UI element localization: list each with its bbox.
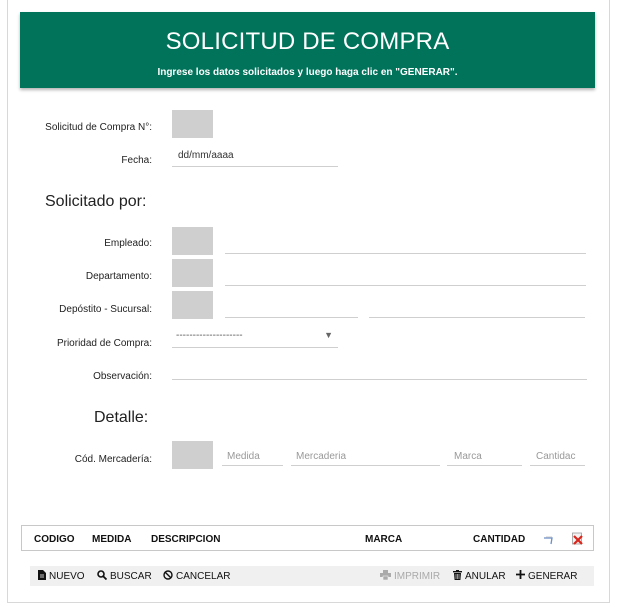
cod-mercaderia-label: Cód. Mercadería: <box>74 454 152 465</box>
plus-icon <box>516 570 525 582</box>
file-icon <box>38 570 46 583</box>
solicitado-por-heading: Solicitado por: <box>45 193 147 210</box>
sucursal-name-field[interactable] <box>369 300 585 318</box>
print-icon <box>380 570 391 583</box>
anular-button[interactable]: ANULAR <box>453 570 506 583</box>
anular-label: ANULAR <box>465 571 506 582</box>
imprimir-button[interactable]: IMPRIMIR <box>380 570 440 583</box>
ban-icon <box>163 570 173 583</box>
imprimir-label: IMPRIMIR <box>394 571 441 582</box>
page-header: SOLICITUD DE COMPRA Ingrese los datos so… <box>20 12 595 88</box>
fecha-input[interactable]: dd/mm/aaaa <box>172 147 338 167</box>
departamento-label: Departamento: <box>85 271 152 282</box>
marca-field[interactable] <box>447 448 522 466</box>
observacion-label: Observación: <box>93 371 152 382</box>
prioridad-label: Prioridad de Compra: <box>56 338 152 349</box>
medida-field[interactable] <box>222 448 283 466</box>
solicitud-number-field[interactable] <box>172 110 213 138</box>
page-title: SOLICITUD DE COMPRA <box>165 28 450 55</box>
cancelar-label: CANCELAR <box>176 571 231 582</box>
departamento-name-field[interactable] <box>225 268 586 286</box>
nuevo-button[interactable]: NUEVO <box>38 570 85 583</box>
detail-table-header: CODIGO MEDIDA DESCRIPCION MARCA CANTIDAD <box>21 525 594 551</box>
cantidad-field[interactable] <box>530 448 585 466</box>
observacion-field[interactable] <box>172 362 587 380</box>
edit-icon[interactable] <box>543 532 555 550</box>
search-icon <box>97 570 108 583</box>
cancelar-button[interactable]: CANCELAR <box>163 570 230 583</box>
deposito-label: Depóstito - Sucursal: <box>59 304 152 315</box>
column-header-cantidad: CANTIDAD <box>473 534 526 545</box>
departamento-code-field[interactable] <box>172 259 213 287</box>
mercaderia-field[interactable] <box>291 448 440 466</box>
trash-icon <box>453 570 462 583</box>
dropdown-arrow-icon: ▼ <box>324 330 333 340</box>
solicitud-number-label: Solicitud de Compra N°: <box>45 122 152 133</box>
empleado-label: Empleado: <box>104 238 152 249</box>
empleado-code-field[interactable] <box>172 227 213 255</box>
column-header-marca: MARCA <box>365 534 403 545</box>
prioridad-select[interactable]: -------------------- ▼ <box>172 328 338 348</box>
column-header-codigo: CODIGO <box>34 534 75 545</box>
column-header-descripcion: DESCRIPCION <box>151 534 221 545</box>
action-toolbar: NUEVO BUSCAR CANCELAR IMPRIMIR ANULAR GE… <box>30 566 594 586</box>
delete-all-icon[interactable] <box>571 531 584 550</box>
cod-mercaderia-field[interactable] <box>172 441 213 469</box>
detalle-heading: Detalle: <box>94 409 149 426</box>
generar-label: GENERAR <box>528 570 578 582</box>
buscar-label: BUSCAR <box>110 571 152 582</box>
buscar-button[interactable]: BUSCAR <box>97 570 152 583</box>
generar-button[interactable]: GENERAR <box>516 570 577 582</box>
page-subtitle: Ingrese los datos solicitados y luego ha… <box>157 67 458 78</box>
nuevo-label: NUEVO <box>49 571 85 582</box>
prioridad-selected-value: -------------------- <box>176 330 243 341</box>
deposito-name-field[interactable] <box>225 300 358 318</box>
deposito-code-field[interactable] <box>172 291 213 319</box>
fecha-label: Fecha: <box>121 155 152 166</box>
empleado-name-field[interactable] <box>225 236 586 254</box>
column-header-medida: MEDIDA <box>92 534 132 545</box>
